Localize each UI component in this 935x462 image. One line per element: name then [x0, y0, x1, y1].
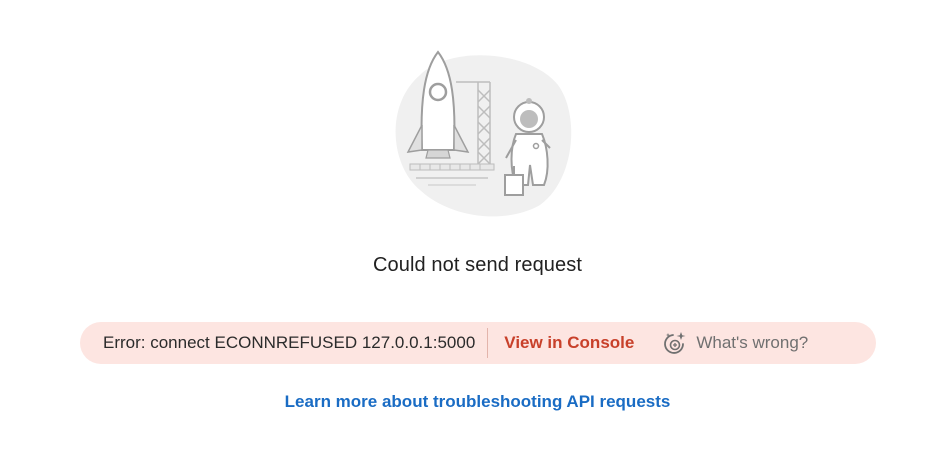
learn-more-link[interactable]: Learn more about troubleshooting API req…: [0, 392, 935, 412]
error-message: Error: connect ECONNREFUSED 127.0.0.1:50…: [103, 333, 476, 352]
view-in-console-link[interactable]: View in Console: [504, 333, 634, 353]
rocket-astronaut-illustration: [395, 50, 572, 217]
error-banner: Error: connect ECONNREFUSED 127.0.0.1:50…: [80, 322, 876, 364]
error-title: Could not send request: [372, 254, 582, 276]
request-error-panel: Could not send request Error: connect EC…: [0, 0, 935, 462]
whats-wrong-label: What's wrong?: [696, 333, 809, 352]
banner-divider: [487, 328, 489, 358]
ai-sparkle-icon: [664, 332, 686, 354]
whats-wrong-button[interactable]: What's wrong?: [662, 330, 808, 356]
